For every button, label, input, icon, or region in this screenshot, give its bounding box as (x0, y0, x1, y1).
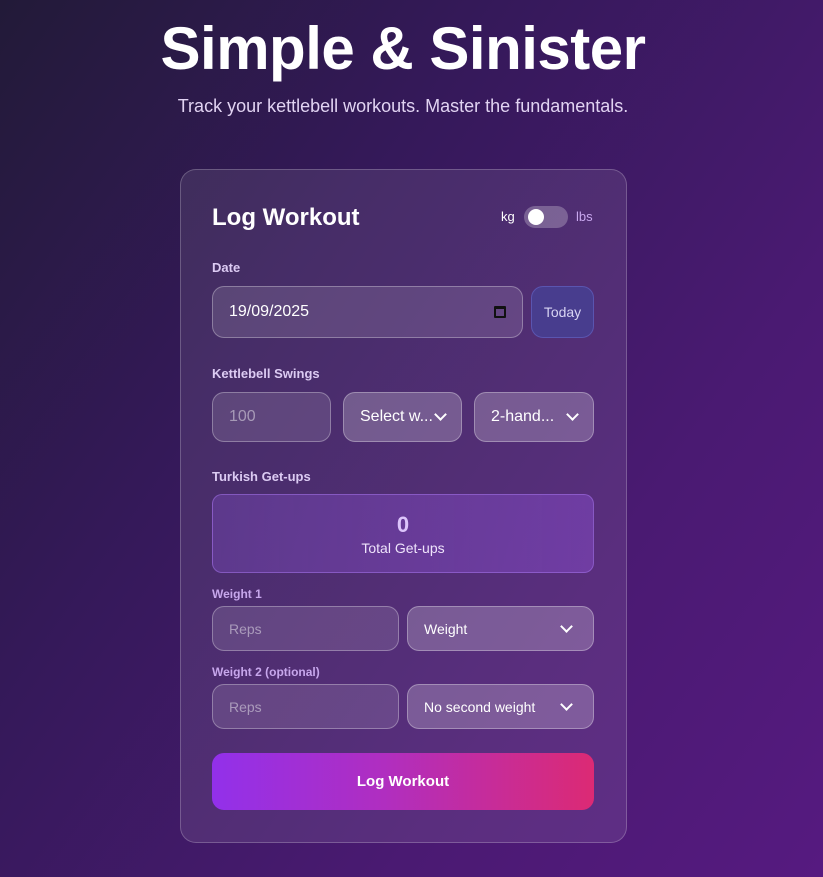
unit-toggle[interactable] (524, 206, 568, 228)
weight1-reps-input[interactable]: Reps (212, 606, 399, 651)
swings-reps-placeholder: 100 (229, 408, 256, 425)
chevron-down-icon (560, 697, 573, 711)
calendar-icon[interactable] (494, 306, 506, 318)
swings-reps-input[interactable]: 100 (212, 392, 331, 442)
weight2-reps-placeholder: Reps (229, 698, 262, 715)
weight1-reps-placeholder: Reps (229, 620, 262, 637)
weight2-weight-value: No second weight (424, 698, 536, 715)
page-title: Simple & Sinister (160, 15, 646, 82)
today-button[interactable]: Today (531, 286, 594, 338)
swings-weight-select[interactable]: Select w... (343, 392, 462, 442)
date-value: 19/09/2025 (229, 303, 310, 320)
chevron-down-icon (560, 619, 573, 633)
swings-weight-value: Select w... (360, 408, 433, 425)
weight2-reps-input[interactable]: Reps (212, 684, 399, 729)
date-label: Date (212, 260, 241, 275)
unit-lbs-label: lbs (576, 209, 593, 224)
swings-type-select[interactable]: 2-hand... (474, 392, 594, 442)
weight2-label: Weight 2 (optional) (212, 665, 320, 679)
chevron-down-icon (566, 408, 579, 421)
getups-total-summary: 0 Total Get-ups (212, 494, 594, 573)
weight2-weight-select[interactable]: No second weight (407, 684, 594, 729)
page-subtitle: Track your kettlebell workouts. Master t… (177, 96, 629, 116)
getups-total-value: 0 (396, 512, 410, 537)
chevron-down-icon (434, 408, 447, 421)
weight1-label: Weight 1 (212, 587, 262, 601)
getups-label: Turkish Get-ups (212, 469, 311, 484)
weight1-weight-select[interactable]: Weight (407, 606, 594, 651)
getups-total-label: Total Get-ups (361, 540, 445, 556)
swings-type-value: 2-hand... (491, 408, 555, 425)
date-input[interactable]: 19/09/2025 (212, 286, 523, 338)
unit-kg-label: kg (501, 209, 515, 224)
weight1-weight-value: Weight (424, 620, 468, 637)
log-workout-button[interactable]: Log Workout (212, 753, 594, 810)
card-title: Log Workout (212, 204, 360, 231)
swings-label: Kettlebell Swings (212, 366, 320, 381)
toggle-knob (528, 209, 544, 225)
